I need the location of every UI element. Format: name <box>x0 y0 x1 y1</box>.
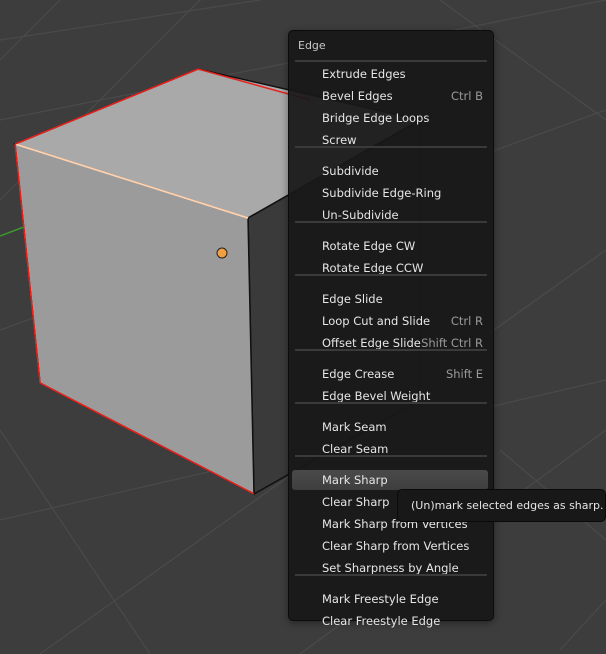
menu-item-label: Mark Seam <box>322 420 387 434</box>
menu-separator <box>295 349 487 351</box>
menu-item-label: Edge Slide <box>322 292 383 306</box>
menu-separator <box>295 146 487 148</box>
menu-item-shortcut: Ctrl R <box>450 314 483 328</box>
tooltip: (Un)mark selected edges as sharp. <box>397 489 606 522</box>
object-origin-dot <box>216 247 228 259</box>
menu-item-label: Subdivide Edge-Ring <box>322 186 442 200</box>
menu-item-label: Subdivide <box>322 164 379 178</box>
menu-title: Edge <box>298 39 326 52</box>
menu-item-label: Clear Sharp from Vertices <box>322 539 470 553</box>
menu-separator <box>295 574 487 576</box>
menu-item-mark-seam[interactable]: Mark Seam <box>292 417 488 437</box>
menu-item-label: Extrude Edges <box>322 67 406 81</box>
menu-item-shortcut: Ctrl B <box>450 89 483 103</box>
menu-item-mark-sharp[interactable]: Mark Sharp <box>292 470 488 490</box>
menu-item-label: Bridge Edge Loops <box>322 111 430 125</box>
menu-item-label: Rotate Edge CW <box>322 239 416 253</box>
menu-item-shortcut: Shift E <box>445 367 483 381</box>
menu-item-loop-cut-and-slide[interactable]: Loop Cut and Slide Ctrl R <box>292 311 488 331</box>
menu-item-edge-slide[interactable]: Edge Slide <box>292 289 488 309</box>
menu-item-label: Mark Freestyle Edge <box>322 592 439 606</box>
menu-item-bevel-edges[interactable]: Bevel Edges Ctrl B <box>292 86 488 106</box>
menu-item-extrude-edges[interactable]: Extrude Edges <box>292 64 488 84</box>
menu-separator <box>295 455 487 457</box>
edge-context-menu: Edge Extrude Edges Bevel Edges Ctrl B Bridg… <box>288 30 494 628</box>
menu-item-edge-crease[interactable]: Edge Crease Shift E <box>292 364 488 384</box>
menu-item-mark-freestyle-edge[interactable]: Mark Freestyle Edge <box>292 589 488 609</box>
menu-item-rotate-edge-cw[interactable]: Rotate Edge CW <box>292 236 488 256</box>
menu-item-label: Clear Freestyle Edge <box>322 614 441 628</box>
menu-separator <box>295 221 487 223</box>
menu-separator <box>295 274 487 276</box>
menu-item-clear-sharp-from-vertices[interactable]: Clear Sharp from Vertices <box>292 536 488 556</box>
menu-separator <box>295 402 487 404</box>
menu-item-clear-freestyle-edge[interactable]: Clear Freestyle Edge <box>292 611 488 631</box>
menu-item-label: Mark Sharp <box>322 473 388 487</box>
menu-item-bridge-edge-loops[interactable]: Bridge Edge Loops <box>292 108 488 128</box>
menu-item-label: Bevel Edges <box>322 89 393 103</box>
menu-separator <box>295 60 487 62</box>
menu-item-label: Loop Cut and Slide <box>322 314 431 328</box>
menu-item-label: Clear Sharp <box>322 495 390 509</box>
menu-item-subdivide[interactable]: Subdivide <box>292 161 488 181</box>
menu-item-label: Edge Crease <box>322 367 395 381</box>
menu-item-subdivide-edge-ring[interactable]: Subdivide Edge-Ring <box>292 183 488 203</box>
